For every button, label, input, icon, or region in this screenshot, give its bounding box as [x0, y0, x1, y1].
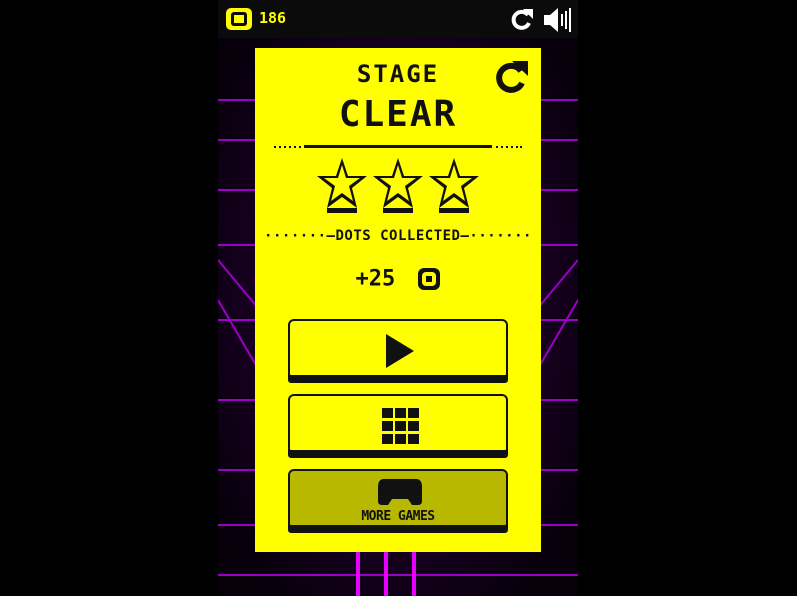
title-divider [274, 145, 522, 148]
reward-row: +25 [255, 266, 541, 292]
star-icon [317, 158, 367, 213]
restart-icon[interactable] [508, 7, 534, 33]
top-bar: 186 [218, 0, 578, 38]
play-icon [386, 334, 414, 368]
sound-icon[interactable] [542, 6, 572, 34]
title-stage: STAGE [356, 60, 440, 88]
level-select-button[interactable] [288, 394, 508, 458]
dots-collected-text: DOTS COLLECTED [335, 228, 461, 244]
stage-clear-panel: STAGE CLEAR ·······—DOTS COLLECTED—·····… [255, 48, 541, 552]
more-games-label: MORE GAMES [361, 509, 435, 524]
reward-value: +25 [355, 266, 396, 292]
title-clear: CLEAR [338, 94, 458, 135]
star-icon [373, 158, 423, 213]
dots-collected-label: ·······—DOTS COLLECTED—······· [255, 228, 541, 244]
coin-count: 186 [259, 9, 287, 27]
coin-icon [226, 8, 252, 30]
grid-icon [382, 408, 419, 444]
star-icon [429, 158, 479, 213]
dot-token-icon [417, 268, 440, 290]
game-area: 186 STAGE CLEAR ·······—DOTS COLLECTED—·… [218, 0, 578, 596]
star-rating [317, 158, 479, 213]
label-dots-right: —······· [460, 228, 532, 244]
label-dots-left: ·······— [264, 228, 336, 244]
gamepad-icon [378, 479, 422, 505]
play-next-button[interactable] [288, 319, 508, 383]
more-games-button[interactable]: MORE GAMES [288, 469, 508, 533]
